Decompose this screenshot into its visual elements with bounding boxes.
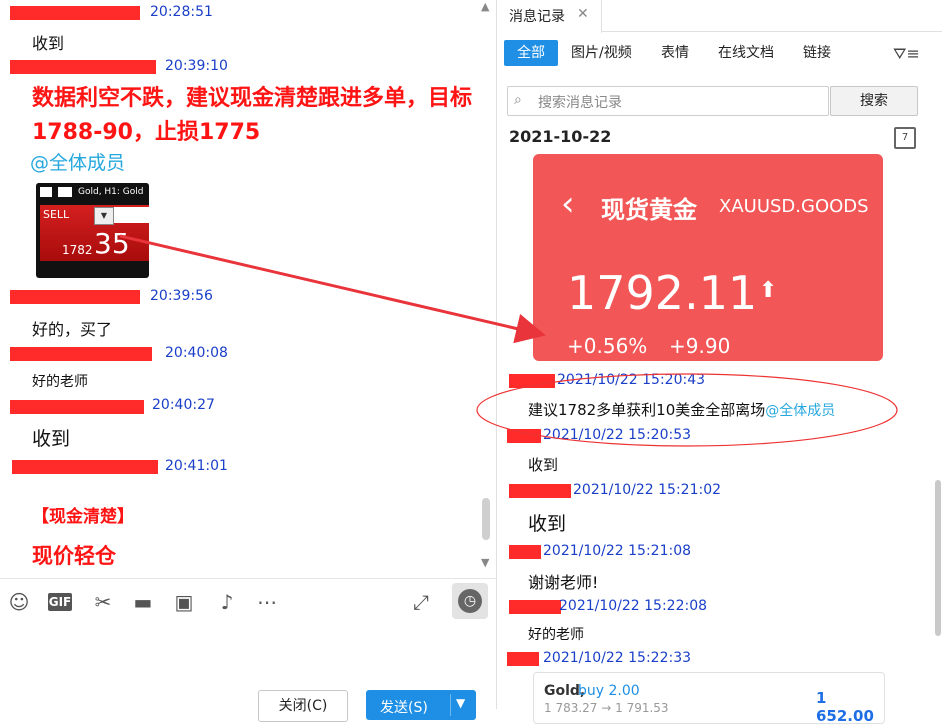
message-text: 收到	[32, 34, 65, 53]
scissors-icon[interactable]: ✂	[90, 589, 116, 615]
scroll-thumb[interactable]	[482, 498, 490, 540]
close-icon[interactable]: ✕	[577, 6, 589, 22]
redacted-sender	[509, 545, 541, 559]
image-icon[interactable]: ▣	[171, 589, 197, 615]
filter-icon[interactable]: ⛛≡	[893, 44, 920, 64]
history-pane: 消息记录 ✕ 全部 图片/视频 表情 在线文档 链接 ⛛≡ ⌕ 搜索消息记录 搜…	[496, 0, 942, 725]
highlight-ellipse	[476, 373, 898, 447]
search-input[interactable]: ⌕ 搜索消息记录	[507, 86, 829, 116]
history-icon: ◷	[458, 589, 482, 613]
message-text: 好的老师	[32, 374, 88, 390]
price-small: 1782	[62, 243, 93, 257]
close-button[interactable]: 关闭(C)	[258, 690, 348, 722]
scroll-down-icon[interactable]: ▼	[481, 556, 489, 569]
message-text: 好的，买了	[32, 320, 113, 339]
message-time: 20:40:08	[165, 345, 228, 361]
redacted-sender	[12, 460, 158, 474]
calendar-icon[interactable]: 7	[894, 127, 916, 149]
dropdown-icon: ▼	[94, 207, 114, 225]
send-separator	[450, 694, 451, 716]
quote-title: 现货黄金	[601, 196, 697, 224]
message-time: 20:39:10	[165, 58, 228, 74]
search-icon: ⌕	[514, 92, 522, 108]
expand-icon[interactable]: ⤢	[408, 589, 434, 615]
chevron-down-icon[interactable]: ▼	[456, 696, 465, 710]
price-big: 35	[94, 227, 130, 260]
message-time: 2021/10/22 15:22:33	[543, 650, 692, 666]
message-time: 2021/10/22 15:21:02	[573, 482, 722, 498]
more-icon[interactable]: ⋯	[254, 589, 280, 615]
message-text: 【现金清楚】	[32, 507, 134, 527]
history-button[interactable]: ◷	[452, 583, 488, 619]
message-time: 20:28:51	[150, 4, 213, 20]
message-time: 2021/10/22 15:22:08	[559, 598, 708, 614]
chat-pane: 20:28:51 收到 20:39:10 数据利空不跌，建议现金清楚跟进多单，目…	[0, 0, 496, 722]
quote-code: XAUUSD.GOODS	[719, 196, 869, 217]
redacted-sender	[10, 347, 152, 361]
thumbnail-titlebar: Gold, H1: Gold	[36, 183, 149, 205]
quote-price: 1792.11	[567, 266, 758, 320]
chart-icon	[58, 187, 72, 197]
tab-label: 消息记录	[509, 9, 565, 25]
mention-all[interactable]: @全体成员	[30, 148, 125, 175]
message-time: 20:39:56	[150, 288, 213, 304]
redacted-sender	[509, 484, 571, 498]
gold-quote-image[interactable]: ‹ 现货黄金 XAUUSD.GOODS 1792.11 ⬆ +0.56% +9.…	[533, 154, 883, 361]
trade-prices: 1 783.27 → 1 791.53	[544, 701, 669, 715]
redacted-sender	[509, 600, 561, 614]
grid-icon	[40, 187, 52, 197]
search-placeholder: 搜索消息记录	[538, 95, 622, 111]
send-label: 发送(S)	[380, 700, 428, 716]
message-text: 谢谢老师!	[528, 573, 599, 592]
quote-percent: +0.56%	[567, 334, 648, 358]
message-text: 好的老师	[528, 627, 584, 643]
message-text: 收到	[528, 513, 567, 535]
send-button[interactable]: 发送(S) ▼	[366, 690, 476, 720]
alert-message-text: 数据利空不跌，建议现金清楚跟进多单，目标1788-90，止损1775	[32, 86, 473, 145]
trade-result-image[interactable]: Gold, buy 2.00 1 783.27 → 1 791.53 1 652…	[533, 672, 885, 725]
message-text: 收到	[32, 428, 71, 450]
input-toolbar: ☺ GIF ✂ ▬ ▣ ♪ ⋯ ⤢	[0, 578, 496, 625]
redacted-sender	[507, 652, 539, 666]
trade-side: buy 2.00	[578, 683, 640, 699]
message-text: 现价轻仓	[32, 544, 116, 568]
message-time: 2021/10/22 15:21:08	[543, 543, 692, 559]
filter-tab-all[interactable]: 全部	[504, 40, 558, 66]
tab-divider	[601, 31, 942, 32]
scroll-up-icon[interactable]: ▲	[481, 0, 489, 13]
up-arrow-icon: ⬆	[759, 278, 778, 303]
redacted-sender	[10, 400, 144, 414]
search-button[interactable]: 搜索	[830, 86, 918, 116]
trade-profit: 1 652.00	[816, 689, 874, 725]
quote-change: +9.90	[669, 334, 731, 358]
bell-icon[interactable]: ♪	[214, 589, 240, 615]
thumbnail-symbol: Gold, H1: Gold	[78, 187, 144, 197]
filter-tab-stickers[interactable]: 表情	[661, 40, 689, 66]
sell-label: SELL	[43, 208, 70, 221]
emoji-icon[interactable]: ☺	[6, 589, 32, 615]
filter-tab-media[interactable]: 图片/视频	[571, 40, 632, 66]
redacted-sender	[10, 60, 156, 74]
back-icon: ‹	[561, 184, 575, 224]
redacted-sender	[10, 6, 140, 20]
gif-icon[interactable]: GIF	[48, 593, 72, 611]
redacted-sender	[10, 290, 140, 304]
folder-icon[interactable]: ▬	[130, 589, 156, 615]
left-scrollbar[interactable]: ▲ ▼	[478, 0, 496, 578]
message-time: 20:41:01	[165, 458, 228, 474]
message-time: 20:40:27	[152, 397, 215, 413]
filter-tab-links[interactable]: 链接	[803, 40, 831, 66]
right-scrollbar[interactable]	[935, 480, 941, 636]
filter-tab-docs[interactable]: 在线文档	[718, 40, 774, 66]
tab-message-history[interactable]: 消息记录 ✕	[497, 0, 602, 34]
chart-thumbnail-image[interactable]: Gold, H1: Gold SELL ▼ 1782 35	[36, 183, 149, 278]
date-heading: 2021-10-22	[509, 127, 612, 146]
lot-field	[114, 207, 149, 223]
